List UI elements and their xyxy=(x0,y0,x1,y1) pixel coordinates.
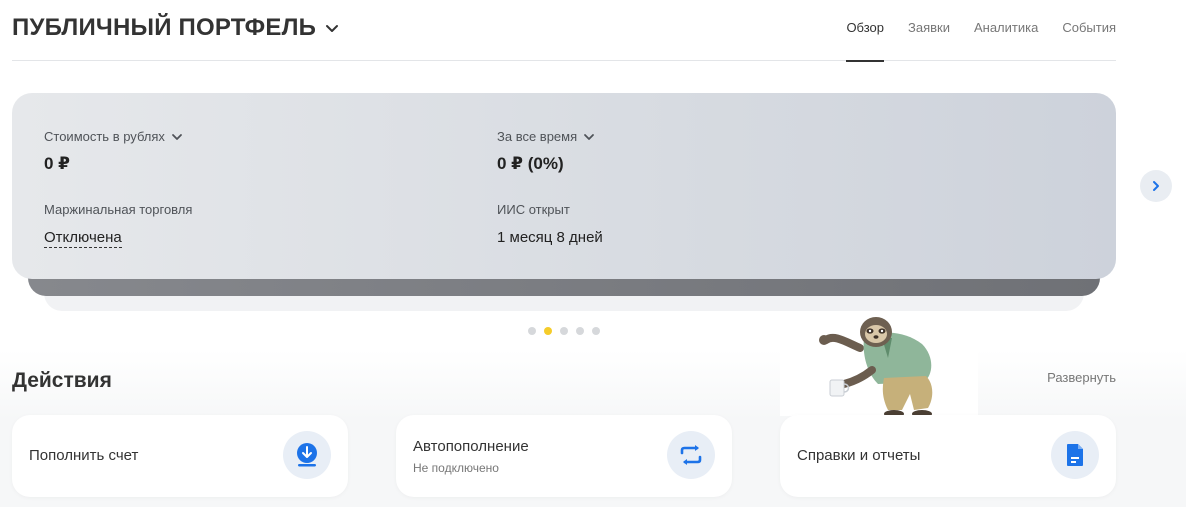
period-label: За все время xyxy=(497,129,578,144)
portfolio-value-label: Стоимость в рублях xyxy=(44,129,165,144)
margin-trading-label: Маржинальная торговля xyxy=(44,202,193,217)
chevron-down-icon xyxy=(172,133,182,140)
download-icon xyxy=(297,443,317,467)
carousel-next-button[interactable] xyxy=(1140,170,1172,202)
carousel-dot-active[interactable] xyxy=(544,327,552,335)
chevron-right-icon xyxy=(1153,181,1159,191)
portfolio-summary-card: Стоимость в рублях 0 ₽ За все время 0 ₽ … xyxy=(12,93,1116,279)
action-title: Пополнить счет xyxy=(29,447,139,464)
margin-trading-stat: Маржинальная торговля Отключена xyxy=(44,202,192,248)
carousel-dot[interactable] xyxy=(592,327,600,335)
action-icon-container xyxy=(283,431,331,479)
portfolio-value-stat: Стоимость в рублях 0 ₽ xyxy=(44,129,183,174)
carousel-pagination xyxy=(528,327,608,335)
iis-stat: ИИС открыт 1 месяц 8 дней xyxy=(497,202,603,246)
period-selector[interactable]: За все время xyxy=(497,129,595,144)
period-return-stat: За все время 0 ₽ (0%) xyxy=(497,129,595,174)
carousel-dot[interactable] xyxy=(560,327,568,335)
action-icon-container xyxy=(1051,431,1099,479)
margin-trading-status-link[interactable]: Отключена xyxy=(44,229,122,248)
iis-label: ИИС открыт xyxy=(497,202,570,217)
portfolio-value: 0 ₽ xyxy=(44,154,71,173)
action-auto-top-up[interactable]: Автопополнение Не подключено xyxy=(396,415,732,497)
action-title: Справки и отчеты xyxy=(797,447,921,464)
tab-events[interactable]: События xyxy=(1062,0,1116,61)
chevron-down-icon xyxy=(584,133,595,140)
action-title: Автопополнение xyxy=(413,438,529,455)
action-subtitle: Не подключено xyxy=(413,461,499,475)
sloth-illustration xyxy=(819,317,933,418)
tab-overview[interactable]: Обзор xyxy=(846,0,884,62)
chevron-down-icon xyxy=(326,25,339,32)
iis-duration: 1 месяц 8 дней xyxy=(497,229,603,246)
portfolio-tabs: Обзор Заявки Аналитика События xyxy=(822,0,1116,62)
tab-orders[interactable]: Заявки xyxy=(908,0,950,61)
portfolio-selector[interactable]: ПУБЛИЧНЫЙ ПОРТФЕЛЬ xyxy=(12,14,340,42)
action-top-up[interactable]: Пополнить счет xyxy=(12,415,348,497)
carousel-dot[interactable] xyxy=(576,327,584,335)
portfolio-header: ПУБЛИЧНЫЙ ПОРТФЕЛЬ Обзор Заявки Аналитик… xyxy=(12,0,1116,62)
actions-title: Действия xyxy=(12,369,112,392)
tab-analytics[interactable]: Аналитика xyxy=(974,0,1038,61)
portfolio-value-selector[interactable]: Стоимость в рублях xyxy=(44,129,183,144)
repeat-icon xyxy=(680,445,702,465)
action-icon-container xyxy=(667,431,715,479)
carousel-dot[interactable] xyxy=(528,327,536,335)
portfolio-title: ПУБЛИЧНЫЙ ПОРТФЕЛЬ xyxy=(12,14,317,41)
period-return-value: 0 ₽ (0%) xyxy=(497,154,564,173)
action-reports[interactable]: Справки и отчеты xyxy=(780,415,1116,497)
document-icon xyxy=(1067,444,1083,466)
expand-actions-link[interactable]: Развернуть xyxy=(1047,370,1116,385)
